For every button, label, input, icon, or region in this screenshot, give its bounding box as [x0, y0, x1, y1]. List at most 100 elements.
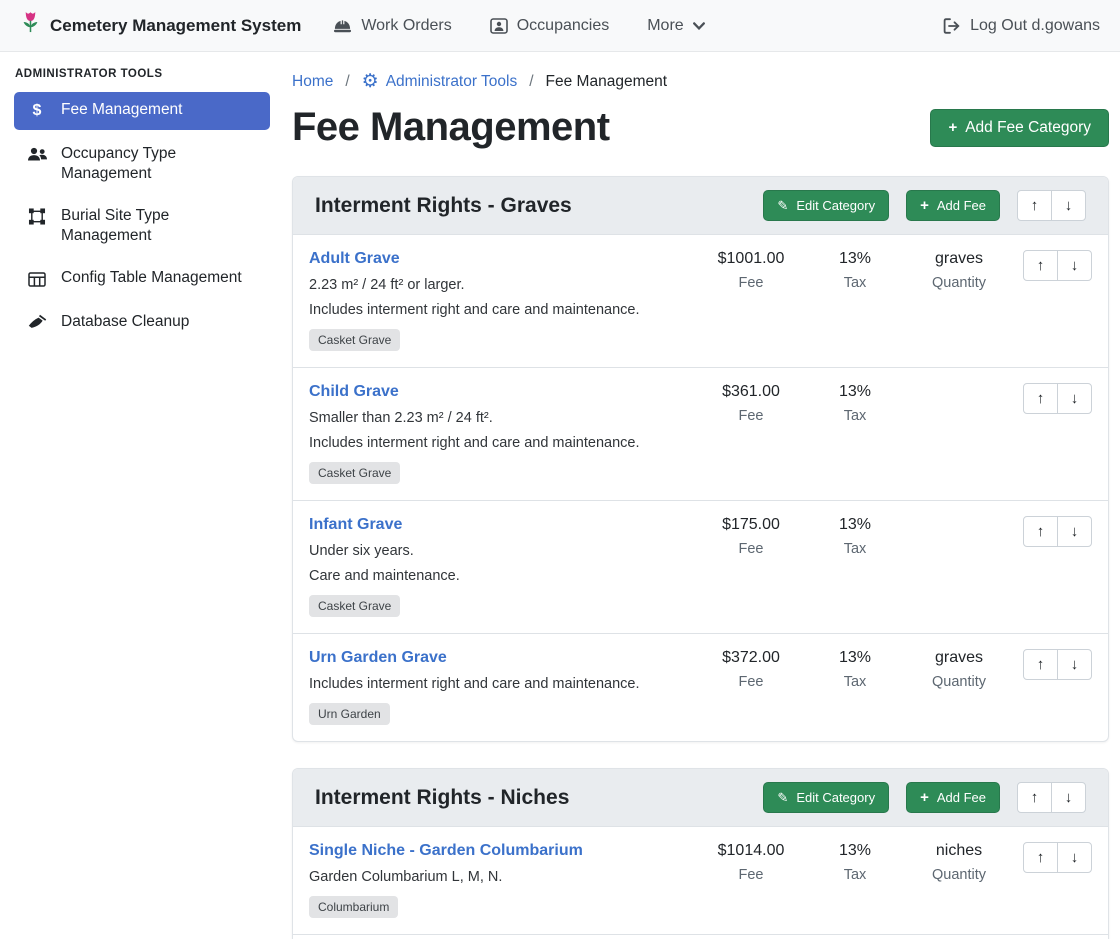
move-fee-down-button[interactable]: ↓: [1057, 383, 1092, 414]
category-actions: ✎ Edit Category + Add Fee ↑ ↓: [763, 190, 1086, 221]
category-header: Interment Rights - Niches ✎ Edit Categor…: [293, 769, 1108, 827]
fee-category-card-niches: Interment Rights - Niches ✎ Edit Categor…: [292, 768, 1109, 939]
fee-amount-label: Fee: [699, 674, 803, 690]
move-fee-up-button[interactable]: ↑: [1023, 250, 1058, 281]
move-fee-down-button[interactable]: ↓: [1057, 842, 1092, 873]
nav-occupancies[interactable]: Occupancies: [490, 17, 610, 35]
fee-tax-label: Tax: [803, 867, 907, 883]
move-fee-down-button[interactable]: ↓: [1057, 250, 1092, 281]
fee-quantity: niches: [907, 842, 1011, 860]
chevron-down-icon: [693, 22, 705, 30]
category-reorder-group: ↑ ↓: [1017, 190, 1086, 221]
fee-name-link[interactable]: Urn Garden Grave: [309, 649, 447, 667]
fee-name-link[interactable]: Adult Grave: [309, 250, 400, 268]
fee-tax: 13%: [803, 516, 907, 534]
pencil-icon: ✎: [777, 199, 788, 212]
edit-category-button[interactable]: ✎ Edit Category: [763, 782, 889, 813]
sidebar-item-burial-site-type-management[interactable]: Burial Site Type Management: [14, 198, 270, 254]
breadcrumb-home-link[interactable]: Home: [292, 73, 333, 91]
fee-tag: Columbarium: [309, 896, 398, 918]
move-category-up-button[interactable]: ↑: [1017, 782, 1052, 813]
fee-tax-col: 13% Tax: [803, 649, 907, 690]
fee-amount: $1001.00: [699, 250, 803, 268]
add-fee-button[interactable]: + Add Fee: [906, 782, 1000, 813]
fee-quantity-col: graves Quantity: [907, 649, 1011, 690]
move-fee-down-button[interactable]: ↓: [1057, 649, 1092, 680]
sidebar-item-occupancy-type-management[interactable]: Occupancy Type Management: [14, 136, 270, 192]
fee-row: Infant Grave Under six years. Care and m…: [293, 501, 1108, 634]
fee-tax-col: 13% Tax: [803, 383, 907, 424]
fee-tax: 13%: [803, 383, 907, 401]
add-fee-button[interactable]: + Add Fee: [906, 190, 1000, 221]
move-fee-up-button[interactable]: ↑: [1023, 649, 1058, 680]
logout-button[interactable]: Log Out d.gowans: [943, 17, 1100, 35]
fee-description: Care and maintenance.: [309, 568, 691, 584]
add-fee-label: Add Fee: [937, 198, 986, 213]
fee-tax-col: 13% Tax: [803, 842, 907, 883]
fee-amount-col: $361.00 Fee: [699, 383, 803, 424]
fee-amount-col: $1001.00 Fee: [699, 250, 803, 291]
fee-row: Single Niche - Garden Columbarium Garden…: [293, 827, 1108, 935]
fee-amount-label: Fee: [699, 408, 803, 424]
nav-more[interactable]: More: [647, 17, 704, 35]
nav-more-label: More: [647, 17, 683, 35]
occupant-frame-icon: [490, 18, 508, 34]
fee-tax-label: Tax: [803, 541, 907, 557]
move-category-down-button[interactable]: ↓: [1051, 782, 1086, 813]
move-fee-up-button[interactable]: ↑: [1023, 842, 1058, 873]
hard-hat-icon: [333, 18, 352, 34]
breadcrumb-admin-tools-link[interactable]: ⚙ Administrator Tools: [362, 72, 518, 91]
fee-amount: $372.00: [699, 649, 803, 667]
fee-reorder-group: ↑ ↓: [1011, 649, 1092, 680]
fee-tag: Casket Grave: [309, 329, 400, 351]
fee-details: Single Niche - Garden Columbarium Garden…: [309, 842, 699, 918]
fee-name-link[interactable]: Infant Grave: [309, 516, 402, 534]
edit-category-button[interactable]: ✎ Edit Category: [763, 190, 889, 221]
top-navbar: Cemetery Management System Work Orders O…: [0, 0, 1120, 52]
breadcrumb-admin-tools-label: Administrator Tools: [386, 73, 518, 91]
fee-quantity: graves: [907, 649, 1011, 667]
sidebar-item-config-table-management[interactable]: Config Table Management: [14, 260, 270, 297]
fee-quantity: graves: [907, 250, 1011, 268]
sidebar-item-database-cleanup[interactable]: Database Cleanup: [14, 304, 270, 341]
move-fee-up-button[interactable]: ↑: [1023, 383, 1058, 414]
users-icon: [26, 145, 48, 165]
fee-description: Smaller than 2.23 m² / 24 ft².: [309, 410, 691, 426]
fee-row: Child Grave Smaller than 2.23 m² / 24 ft…: [293, 368, 1108, 501]
add-fee-label: Add Fee: [937, 790, 986, 805]
fee-tax-col: 13% Tax: [803, 516, 907, 557]
fee-quantity-label: Quantity: [907, 867, 1011, 883]
fee-amount: $1014.00: [699, 842, 803, 860]
category-title: Interment Rights - Graves: [315, 194, 572, 218]
logout-icon: [943, 18, 961, 34]
edit-category-label: Edit Category: [796, 790, 875, 805]
fee-name-link[interactable]: Child Grave: [309, 383, 399, 401]
fee-amount-col: $372.00 Fee: [699, 649, 803, 690]
edit-category-label: Edit Category: [796, 198, 875, 213]
app-brand[interactable]: Cemetery Management System: [20, 10, 301, 41]
nav-occupancies-label: Occupancies: [517, 17, 610, 35]
sidebar-item-fee-management[interactable]: $ Fee Management: [14, 92, 270, 130]
fee-tax-col: 13% Tax: [803, 250, 907, 291]
breadcrumb-current: Fee Management: [546, 73, 668, 91]
plus-icon: +: [948, 120, 957, 135]
fee-tag: Casket Grave: [309, 595, 400, 617]
move-fee-down-button[interactable]: ↓: [1057, 516, 1092, 547]
nav-right: Log Out d.gowans: [943, 17, 1100, 35]
move-fee-up-button[interactable]: ↑: [1023, 516, 1058, 547]
title-row: Fee Management + Add Fee Category: [292, 105, 1109, 150]
fee-description: Includes interment right and care and ma…: [309, 435, 691, 451]
logout-label: Log Out d.gowans: [970, 17, 1100, 35]
add-fee-category-button[interactable]: + Add Fee Category: [930, 109, 1109, 147]
move-category-up-button[interactable]: ↑: [1017, 190, 1052, 221]
fee-quantity-col: niches Quantity: [907, 842, 1011, 883]
sidebar-item-label: Config Table Management: [61, 268, 242, 288]
fee-name-link[interactable]: Single Niche - Garden Columbarium: [309, 842, 583, 860]
fee-amount-col: $175.00 Fee: [699, 516, 803, 557]
category-reorder-group: ↑ ↓: [1017, 782, 1086, 813]
nav-work-orders[interactable]: Work Orders: [333, 17, 451, 35]
fee-details: Urn Garden Grave Includes interment righ…: [309, 649, 699, 725]
fee-tag: Urn Garden: [309, 703, 390, 725]
move-category-down-button[interactable]: ↓: [1051, 190, 1086, 221]
plus-icon: +: [920, 790, 929, 805]
